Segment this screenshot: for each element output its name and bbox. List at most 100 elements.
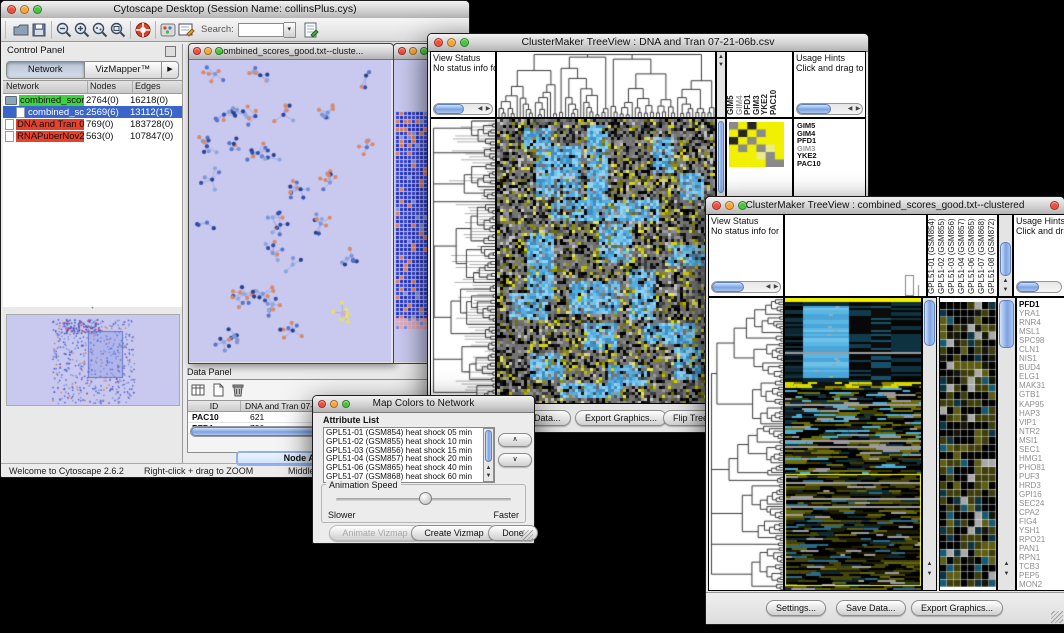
minimize-button[interactable] (20, 5, 29, 14)
birdseye-view[interactable] (6, 314, 180, 406)
network-canvas[interactable] (189, 60, 391, 362)
zoom-selected-icon[interactable] (91, 21, 109, 39)
zoom-fit-icon[interactable] (109, 21, 127, 39)
gene-label[interactable]: HRD3 (1019, 481, 1064, 490)
tv2-heatmap-vscrollbar[interactable]: ▲ ▼ (922, 297, 937, 591)
gene-label[interactable]: FIG4 (1019, 517, 1064, 526)
tv2-settings-button[interactable]: Settings... (766, 600, 826, 616)
gene-label[interactable]: SPC98 (1019, 336, 1064, 345)
gene-label[interactable]: RPO21 (1019, 535, 1064, 544)
frame-zoom-button[interactable] (215, 47, 223, 55)
gene-label[interactable]: PUF3 (1019, 472, 1064, 481)
tab-overflow[interactable]: ▶ (162, 61, 179, 79)
network-tree-row[interactable]: RNAPuberNov2+|563(0)107847(0) (3, 130, 182, 142)
tv2-titlebar[interactable]: ClusterMaker TreeView : combined_scores_… (706, 197, 1064, 215)
select-attributes-icon[interactable] (190, 382, 206, 398)
tv1-export-graphics-button[interactable]: Export Graphics... (575, 410, 667, 426)
gene-label[interactable]: NTR2 (1019, 427, 1064, 436)
gene-label[interactable]: CPA2 (1019, 508, 1064, 517)
tv2-aux-close-icon[interactable] (1050, 201, 1059, 210)
speed-slider-thumb[interactable] (419, 492, 432, 505)
gene-label[interactable]: KAP95 (1019, 400, 1064, 409)
frame2-minimize-button[interactable] (409, 47, 417, 55)
scroll-down-icon[interactable]: ▼ (999, 286, 1012, 294)
search-dropdown-button[interactable]: ▾ (284, 22, 296, 38)
network-tree-row[interactable]: combined_scores2764(0)16218(0) (3, 94, 182, 106)
attribute-list-vscrollbar[interactable]: ▲ ▼ (483, 428, 494, 482)
gene-label[interactable]: PFD1 (1019, 300, 1064, 309)
gene-label[interactable]: VIP1 (1019, 418, 1064, 427)
tv2-zoom-button[interactable] (738, 201, 747, 210)
gene-label[interactable]: NIS1 (1019, 354, 1064, 363)
gene-label[interactable]: SEC1 (1019, 445, 1064, 454)
tab-network[interactable]: Network (6, 61, 85, 79)
scroll-down-icon[interactable]: ▼ (484, 472, 493, 480)
attribute-listbox[interactable]: GPL51-01 (GSM854) heat shock 05 minGPL51… (323, 427, 495, 483)
zoom-button[interactable] (33, 5, 42, 14)
tab-vizmapper[interactable]: VizMapper™ (85, 61, 163, 79)
zoom-in-icon[interactable] (73, 21, 91, 39)
dialog-zoom-button[interactable] (342, 400, 350, 408)
scroll-right-icon[interactable]: ▶ (854, 105, 862, 114)
scroll-up-icon[interactable]: ▲ (999, 277, 1012, 285)
gene-label[interactable]: MON2 (1019, 580, 1064, 589)
scroll-down-icon[interactable]: ▼ (998, 570, 1015, 578)
gene-label[interactable]: MSL1 (1019, 327, 1064, 336)
tv1-top-vscrollbar[interactable]: ▲ ▼ (716, 51, 726, 118)
scroll-right-icon[interactable]: ▶ (772, 283, 780, 292)
create-vizmap-button[interactable]: Create Vizmap (411, 525, 497, 541)
gene-label[interactable]: RPN1 (1019, 553, 1064, 562)
move-down-button[interactable]: ∨ (498, 453, 532, 467)
edit-network-icon[interactable] (177, 21, 195, 39)
annotation-palette-icon[interactable] (159, 21, 177, 39)
scroll-left-icon[interactable]: ◀ (846, 105, 854, 114)
tv2-usage-hscrollbar[interactable] (1016, 281, 1062, 293)
tv1-column-dendrogram-panel[interactable] (496, 51, 716, 118)
close-button[interactable] (7, 5, 16, 14)
move-up-button[interactable]: ∧ (498, 433, 532, 447)
save-session-icon[interactable] (30, 21, 48, 39)
gene-label[interactable]: HAP3 (1019, 409, 1064, 418)
dialog-resize-grip[interactable] (521, 530, 533, 542)
col-edges[interactable]: Edges (133, 81, 182, 93)
gene-label[interactable]: BUD4 (1019, 363, 1064, 372)
scroll-up-icon[interactable]: ▲ (717, 53, 725, 61)
gene-label[interactable]: CLN1 (1019, 345, 1064, 354)
new-attribute-icon[interactable] (210, 382, 226, 398)
data-col-id[interactable]: ID (188, 401, 241, 411)
dialog-minimize-button[interactable] (330, 400, 338, 408)
scroll-down-icon[interactable]: ▼ (923, 570, 936, 578)
main-titlebar[interactable]: Cytoscape Desktop (Session Name: collins… (1, 1, 469, 19)
animate-vizmap-button[interactable]: Animate Vizmap (329, 525, 421, 541)
gene-label[interactable]: YSH1 (1019, 526, 1064, 535)
tv2-row-dendrogram-panel[interactable] (708, 297, 784, 591)
zoom-out-icon[interactable] (55, 21, 73, 39)
panel-splitter[interactable]: • (3, 307, 182, 313)
tv2-minimize-button[interactable] (725, 201, 734, 210)
tv2-heatmap[interactable] (784, 297, 922, 591)
gene-label[interactable]: GPI16 (1019, 490, 1064, 499)
help-lifering-icon[interactable] (134, 21, 152, 39)
tv2-save-data-button[interactable]: Save Data... (836, 600, 906, 616)
tv2-zoom-heatmap[interactable] (939, 297, 997, 591)
frame-close-button[interactable] (193, 47, 201, 55)
scroll-up-icon[interactable]: ▲ (484, 464, 493, 472)
scroll-left-icon[interactable]: ◀ (764, 283, 772, 292)
tv2-close-button[interactable] (712, 201, 721, 210)
search-input[interactable] (238, 23, 284, 37)
gene-label[interactable]: SEC24 (1019, 499, 1064, 508)
delete-attribute-icon[interactable] (230, 382, 246, 398)
gene-label[interactable]: PEP5 (1019, 571, 1064, 580)
tv2-gene-vscrollbar[interactable]: ▲ ▼ (997, 297, 1016, 591)
toolbar-handle[interactable] (5, 21, 8, 39)
open-session-icon[interactable] (12, 21, 30, 39)
scroll-down-icon[interactable]: ▼ (717, 61, 725, 69)
tv2-status-hscrollbar[interactable]: ◀ ▶ (711, 281, 781, 293)
scroll-right-icon[interactable]: ▶ (484, 105, 492, 114)
scroll-up-icon[interactable]: ▲ (923, 560, 936, 568)
gene-label[interactable]: GTB1 (1019, 390, 1064, 399)
tv2-export-graphics-button[interactable]: Export Graphics... (911, 600, 1003, 616)
gene-label[interactable]: YRA1 (1019, 309, 1064, 318)
gene-label[interactable]: PHO81 (1019, 463, 1064, 472)
tv1-row-dendrogram-panel[interactable] (430, 118, 496, 404)
